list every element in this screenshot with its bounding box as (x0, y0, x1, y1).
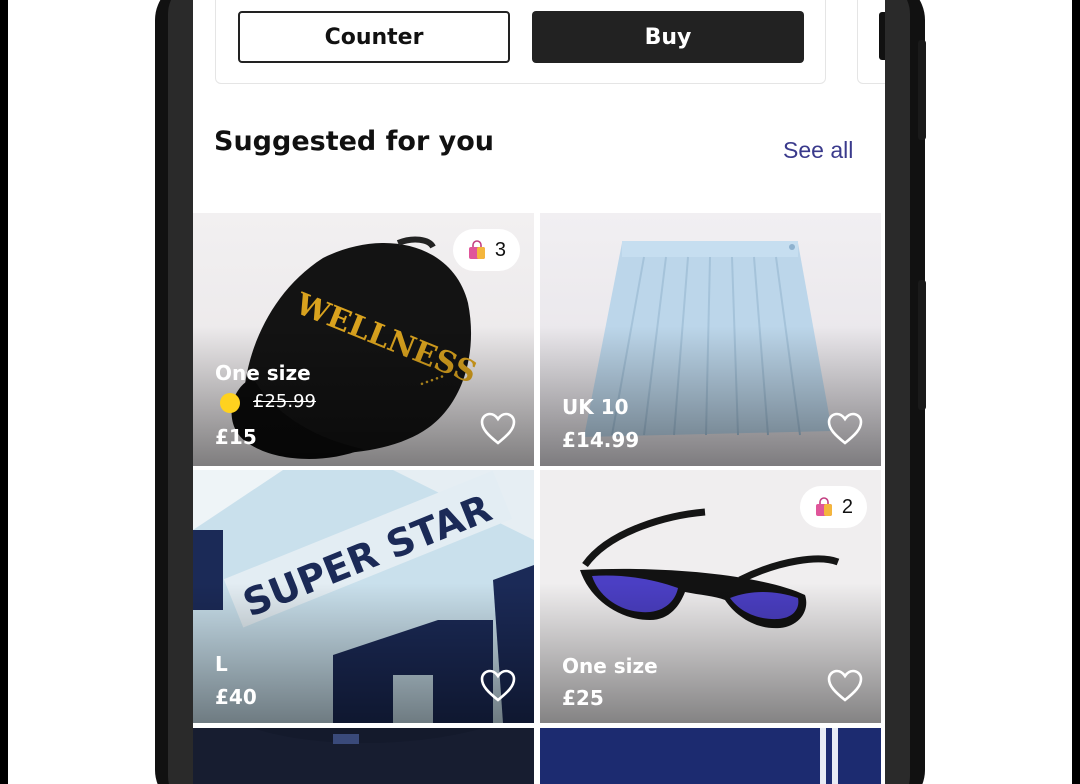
phone-side-button (918, 280, 926, 410)
bag-count-badge: 2 (799, 486, 867, 528)
product-card-shorts[interactable] (540, 728, 881, 784)
product-card-sunglasses[interactable]: 2 One size £25 (540, 470, 881, 723)
shopping-bag-icon (815, 497, 832, 516)
sweater-image (193, 728, 534, 784)
shorts-image (540, 728, 881, 784)
heart-icon[interactable] (827, 669, 863, 703)
phone-side-button (918, 40, 926, 140)
counter-button[interactable]: Counter (238, 11, 510, 63)
see-all-link[interactable]: See all (783, 137, 853, 164)
buy-button[interactable]: Buy (532, 11, 804, 63)
heart-icon[interactable] (480, 669, 516, 703)
product-size: One size (215, 361, 311, 385)
product-card-cap[interactable]: WELLNESS ••••• 3 One size £25.99 £15 (193, 213, 534, 466)
bag-count: 3 (494, 238, 506, 261)
product-price: £25 (562, 686, 604, 710)
product-card-jersey[interactable]: SUPER STAR L £40 (193, 470, 534, 723)
product-size: One size (562, 654, 658, 678)
product-price: £40 (215, 685, 257, 709)
bag-count-badge: 3 (452, 229, 520, 271)
boost-icon (220, 393, 240, 413)
heart-icon[interactable] (827, 412, 863, 446)
product-size: UK 10 (562, 395, 629, 419)
heart-icon[interactable] (480, 412, 516, 446)
section-title: Suggested for you (214, 126, 495, 157)
product-card-sweater[interactable] (193, 728, 534, 784)
product-card-skirt[interactable]: UK 10 £14.99 (540, 213, 881, 466)
original-price: £25.99 (253, 391, 316, 412)
app-screen: Counter Buy Suggested for you See all WE… (193, 0, 885, 784)
product-price: £14.99 (562, 428, 640, 452)
next-card-button-edge (879, 12, 885, 60)
product-price: £15 (215, 425, 257, 449)
bag-count: 2 (841, 495, 853, 518)
shopping-bag-icon (468, 240, 485, 259)
offer-card: Counter Buy (215, 0, 826, 84)
product-size: L (215, 652, 228, 676)
